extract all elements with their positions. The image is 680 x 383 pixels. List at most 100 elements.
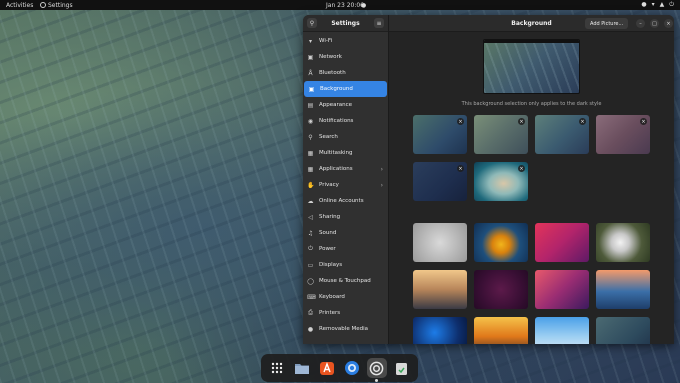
- appearance-icon: ▤: [307, 101, 314, 109]
- sidebar-item-notifications[interactable]: ◉ Notifications: [303, 113, 388, 129]
- sidebar-item-mouse-touchpad[interactable]: ◯ Mouse & Touchpad: [303, 273, 388, 289]
- trash-launcher[interactable]: [392, 358, 412, 378]
- close-button[interactable]: ×: [664, 19, 673, 28]
- remove-icon[interactable]: ×: [457, 118, 464, 125]
- keyboard-icon: ⌨: [307, 293, 316, 301]
- trash-icon: [396, 362, 408, 375]
- cloud-icon: ☁: [307, 197, 314, 205]
- sidebar-item-keyboard[interactable]: ⌨ Keyboard: [303, 289, 388, 305]
- wallpaper-thumbnail[interactable]: ×: [474, 162, 528, 201]
- app-grid-icon: [272, 362, 283, 374]
- sidebar-item-power[interactable]: ⏻ Power: [303, 241, 388, 257]
- weather-icon: ●: [641, 1, 647, 8]
- bell-icon: ◉: [307, 117, 314, 125]
- wallpaper-thumbnail[interactable]: [413, 270, 467, 309]
- remove-icon[interactable]: ×: [518, 118, 525, 125]
- wallpaper-thumbnail[interactable]: [413, 223, 467, 262]
- sidebar-item-applications[interactable]: ▦ Applications ›: [303, 161, 388, 177]
- remove-icon[interactable]: ×: [457, 165, 464, 172]
- sidebar-item-printers[interactable]: ⎙ Printers: [303, 305, 388, 321]
- sidebar-item-label: Appearance: [319, 102, 353, 108]
- system-tray[interactable]: ● ▾ ▲ ⏻: [641, 1, 674, 9]
- sidebar-item-label: Search: [319, 134, 338, 140]
- wallpaper-thumbnail[interactable]: ×: [535, 115, 589, 154]
- top-bar: Activities Settings Jan 23 20:06 ● ● ▾ ▲…: [0, 0, 680, 10]
- sidebar-item-label: Online Accounts: [319, 198, 364, 204]
- network-icon: ▣: [307, 53, 314, 61]
- sidebar-item-label: Notifications: [319, 118, 354, 124]
- sidebar-item-label: Power: [319, 246, 336, 252]
- notification-icon[interactable]: ●: [361, 2, 366, 9]
- sidebar-item-displays[interactable]: ▭ Displays: [303, 257, 388, 273]
- minimize-icon: –: [639, 20, 642, 27]
- wallpaper-thumbnail[interactable]: [474, 270, 528, 309]
- wallpaper-thumbnail[interactable]: [596, 317, 650, 344]
- wallpaper-thumbnail[interactable]: ×: [413, 115, 467, 154]
- app-menu[interactable]: Settings: [40, 2, 73, 9]
- background-panel: Background Add Picture... – □ × This bac…: [389, 15, 674, 344]
- wallpaper-thumbnail[interactable]: [413, 317, 467, 344]
- hand-icon: ✋: [307, 181, 315, 189]
- sidebar-item-label: Privacy: [319, 182, 339, 188]
- wallpaper-thumbnail[interactable]: ×: [474, 115, 528, 154]
- sidebar-item-sound[interactable]: ♫ Sound: [303, 225, 388, 241]
- sidebar-item-bluetooth[interactable]: Å Bluetooth: [303, 65, 388, 81]
- sidebar-item-privacy[interactable]: ✋ Privacy ›: [303, 177, 388, 193]
- mouse-icon: ◯: [307, 277, 314, 285]
- close-icon: ×: [666, 20, 671, 27]
- sidebar-item-label: Removable Media: [319, 326, 368, 332]
- sidebar-item-search[interactable]: ⚲ Search: [303, 129, 388, 145]
- sidebar-list: ▾ Wi-Fi ▣ Network Å Bluetooth ▣ Background ▤…: [303, 32, 388, 337]
- sidebar-item-background[interactable]: ▣ Background: [304, 81, 387, 97]
- maximize-icon: □: [652, 20, 657, 27]
- sidebar-item-network[interactable]: ▣ Network: [303, 49, 388, 65]
- wallpaper-thumbnail[interactable]: [535, 223, 589, 262]
- sidebar-item-label: Network: [319, 54, 342, 60]
- share-icon: ◁: [308, 213, 313, 221]
- sidebar-item-sharing[interactable]: ◁ Sharing: [303, 209, 388, 225]
- running-indicator: [375, 379, 379, 382]
- browser-launcher[interactable]: [342, 358, 362, 378]
- maximize-button[interactable]: □: [650, 19, 659, 28]
- menu-button[interactable]: ≡: [373, 18, 384, 28]
- remove-icon[interactable]: ×: [579, 118, 586, 125]
- wallpaper-thumbnail[interactable]: [474, 317, 528, 344]
- volume-icon: ▲: [659, 1, 665, 8]
- wallpaper-thumbnail[interactable]: [596, 223, 650, 262]
- dock: [261, 354, 418, 382]
- media-icon: ●: [307, 325, 314, 333]
- settings-launcher[interactable]: [366, 358, 387, 382]
- clock[interactable]: Jan 23 20:06: [326, 2, 364, 9]
- show-apps-button[interactable]: [267, 358, 287, 378]
- wallpaper-thumbnail[interactable]: ×: [413, 162, 467, 201]
- wallpaper-thumbnail[interactable]: [474, 223, 528, 262]
- sidebar-item-wifi[interactable]: ▾ Wi-Fi: [303, 33, 388, 49]
- sidebar-item-multitasking[interactable]: ▦ Multitasking: [303, 145, 388, 161]
- add-picture-button[interactable]: Add Picture...: [585, 18, 629, 29]
- power-icon: ⏻: [308, 245, 313, 252]
- sidebar-item-label: Printers: [319, 310, 341, 316]
- sidebar-item-label: Background: [320, 86, 353, 92]
- wallpaper-thumbnail[interactable]: [535, 317, 589, 344]
- app-center-launcher[interactable]: [317, 358, 337, 378]
- wallpaper-thumbnail[interactable]: [535, 270, 589, 309]
- background-preview: [483, 39, 580, 94]
- sidebar-item-label: Displays: [319, 262, 343, 268]
- sidebar-item-label: Bluetooth: [319, 70, 346, 76]
- remove-icon[interactable]: ×: [518, 165, 525, 172]
- chevron-right-icon: ›: [380, 181, 383, 189]
- wallpaper-thumbnail[interactable]: ×: [596, 115, 650, 154]
- sidebar-item-removable-media[interactable]: ● Removable Media: [303, 321, 388, 337]
- files-launcher[interactable]: [292, 358, 312, 378]
- sidebar-item-online-accounts[interactable]: ☁ Online Accounts: [303, 193, 388, 209]
- remove-icon[interactable]: ×: [640, 118, 647, 125]
- sidebar-item-appearance[interactable]: ▤ Appearance: [303, 97, 388, 113]
- power-icon: ⏻: [669, 1, 674, 8]
- search-button[interactable]: ⚲: [307, 18, 317, 28]
- wallpaper-thumbnail[interactable]: [596, 270, 650, 309]
- activities-button[interactable]: Activities: [6, 2, 33, 9]
- sidebar-item-label: Multitasking: [319, 150, 353, 156]
- minimize-button[interactable]: –: [636, 19, 645, 28]
- browser-icon: [344, 361, 359, 375]
- sidebar-item-label: Sound: [319, 230, 337, 236]
